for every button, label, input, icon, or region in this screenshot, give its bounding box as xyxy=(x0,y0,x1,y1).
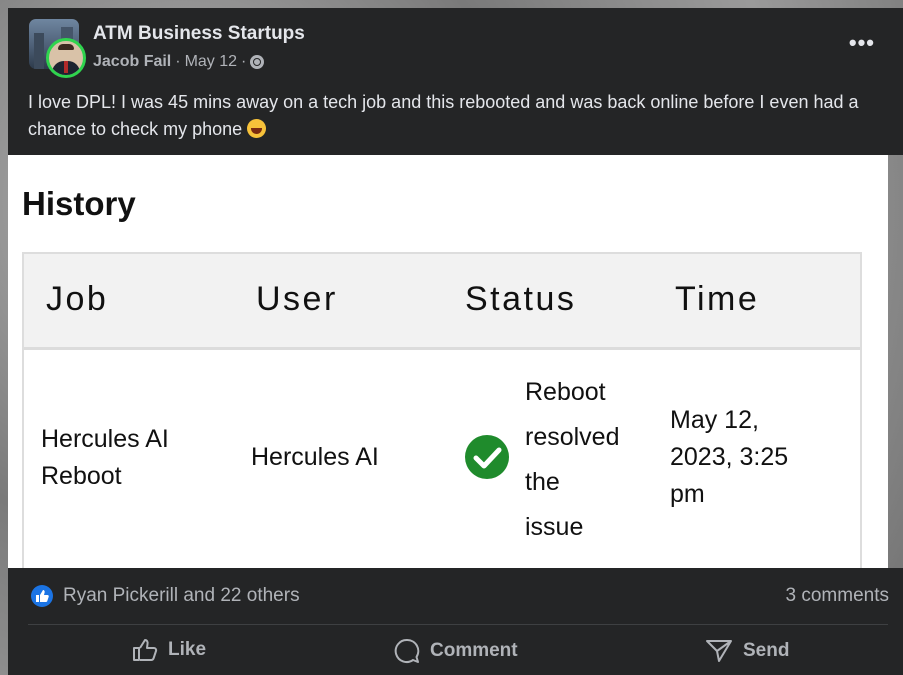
check-circle-icon xyxy=(465,435,509,479)
more-options-icon[interactable]: ••• xyxy=(849,30,875,56)
like-reaction-icon xyxy=(31,585,53,607)
status-line: resolved xyxy=(525,423,620,451)
author-avatar[interactable] xyxy=(46,38,86,78)
send-icon xyxy=(706,640,732,662)
column-header-job: Job xyxy=(46,280,109,318)
avatar-building xyxy=(34,33,44,69)
post-body: I love DPL! I was 45 mins away on a tech… xyxy=(28,92,859,139)
status-line: issue xyxy=(525,513,584,541)
time-line: May 12, xyxy=(670,406,759,434)
history-title: History xyxy=(22,185,136,222)
job-line: Reboot xyxy=(41,462,122,490)
globe-icon xyxy=(250,55,265,69)
comments-count[interactable]: 3 comments xyxy=(786,585,889,607)
send-label: Send xyxy=(743,640,790,661)
like-button[interactable]: Like xyxy=(132,638,206,662)
meta-separator: · xyxy=(175,53,181,70)
column-header-status: Status xyxy=(465,280,577,318)
laughing-emoji-icon xyxy=(247,119,267,138)
user-cell: Hercules AI xyxy=(251,443,379,471)
divider xyxy=(28,624,888,625)
table-header: Job User Status Time xyxy=(24,254,860,350)
reactions-summary[interactable]: Ryan Pickerill and 22 others xyxy=(63,585,300,607)
post-footer: Ryan Pickerill and 22 others 3 comments … xyxy=(8,568,903,675)
column-header-user: User xyxy=(256,280,338,318)
comment-label: Comment xyxy=(430,640,518,661)
time-cell: May 12, 2023, 3:25 pm xyxy=(670,402,788,513)
status-line: the xyxy=(525,468,560,496)
comment-button[interactable]: Comment xyxy=(394,638,518,664)
group-name[interactable]: ATM Business Startups xyxy=(93,23,305,45)
like-label: Like xyxy=(168,639,207,660)
post-header: ATM Business Startups Jacob Fail · May 1… xyxy=(8,8,903,155)
post-meta: Jacob Fail · May 12 · xyxy=(93,53,265,71)
column-header-time: Time xyxy=(675,280,760,318)
author-name[interactable]: Jacob Fail xyxy=(93,53,171,71)
status-cell: Reboot resolved the issue xyxy=(525,370,620,550)
send-button[interactable]: Send xyxy=(705,638,789,664)
job-line: Hercules AI xyxy=(41,425,169,453)
thumbs-up-icon xyxy=(133,639,158,661)
meta-separator: · xyxy=(241,53,247,70)
job-cell: Hercules AI Reboot xyxy=(41,421,169,495)
avatar-tie xyxy=(64,61,68,73)
status-line: Reboot xyxy=(525,378,606,406)
post-date[interactable]: May 12 xyxy=(185,53,237,71)
post-image[interactable]: History Job User Status Time Hercules AI… xyxy=(8,155,888,568)
time-line: 2023, 3:25 xyxy=(670,443,789,471)
post-text: I love DPL! I was 45 mins away on a tech… xyxy=(28,89,878,143)
avatar-hair xyxy=(58,44,74,50)
history-table: Job User Status Time Hercules AI Reboot … xyxy=(22,252,862,568)
time-line: pm xyxy=(670,480,705,508)
comment-icon xyxy=(394,638,420,663)
